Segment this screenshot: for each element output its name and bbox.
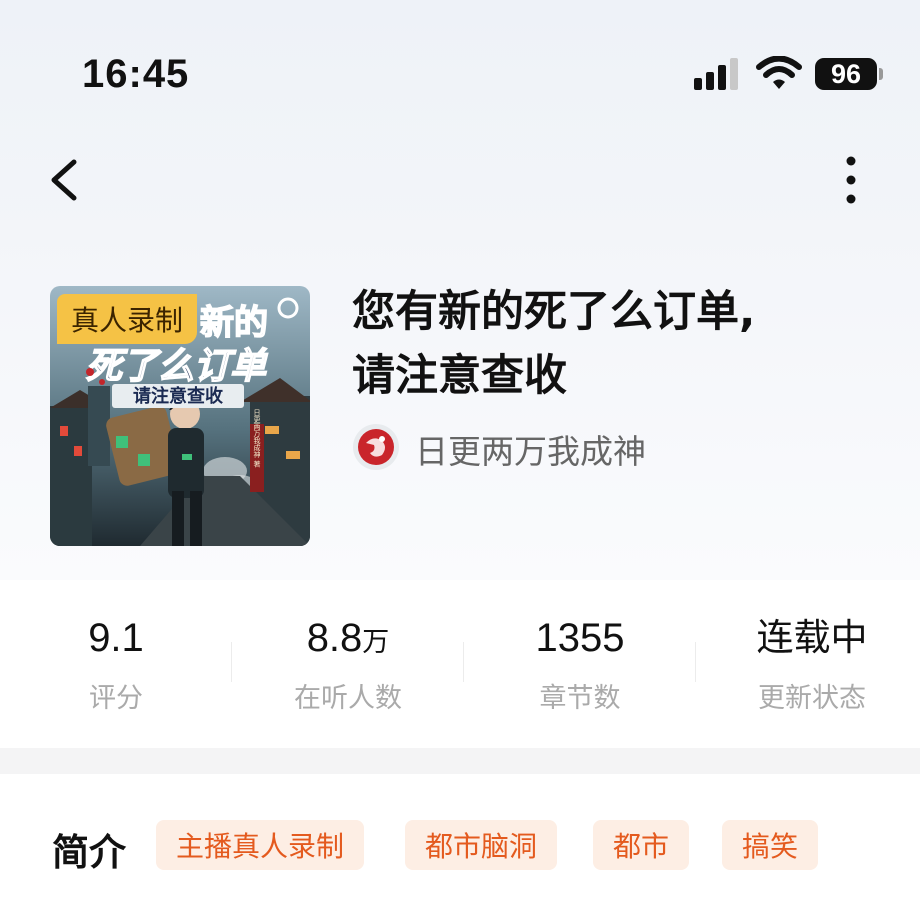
stat-chapters-value: 1355	[535, 616, 625, 660]
stat-status: 连载中 更新状态	[696, 612, 920, 715]
stat-rating: 9.1 评分	[0, 612, 232, 715]
status-time: 16:45	[82, 52, 190, 96]
cover-title-line3: 请注意查收	[133, 385, 223, 407]
cover-title-line1: 新的	[200, 303, 268, 343]
more-options-button[interactable]	[830, 152, 874, 208]
book-title-line1: 您有新的死了么订单,	[352, 287, 756, 337]
stat-listeners-value: 8.8万	[306, 616, 390, 660]
intro-heading: 简介	[52, 831, 126, 874]
stat-listeners-label: 在听人数	[294, 683, 402, 714]
section-divider	[0, 748, 920, 774]
battery-nub	[879, 68, 883, 80]
battery-indicator: 96	[815, 58, 877, 90]
stat-status-value: 连载中	[756, 616, 868, 659]
cover-title-line2: 死了么订单	[86, 346, 268, 387]
book-title-line2: 请注意查收	[352, 351, 567, 401]
stat-rating-value: 9.1	[88, 616, 144, 660]
tag-item[interactable]: 都市	[593, 820, 690, 870]
book-title: 您有新的死了么订单, 请注意查收	[352, 280, 892, 408]
wifi-icon	[756, 56, 802, 89]
stat-status-label: 更新状态	[758, 683, 866, 714]
tag-item[interactable]: 搞笑	[722, 820, 819, 870]
cellular-signal-icon	[694, 58, 738, 90]
tag-item[interactable]: 主播真人录制	[156, 820, 365, 870]
author-avatar[interactable]	[352, 423, 400, 471]
stat-chapters: 1355 章节数	[464, 612, 696, 715]
stat-chapters-label: 章节数	[539, 683, 621, 714]
back-button[interactable]	[40, 152, 90, 208]
cover-seal-text: 日更两万我成神 著	[253, 409, 261, 468]
real-voice-badge: 真人录制	[57, 294, 198, 344]
author-name[interactable]: 日更两万我成神	[415, 425, 646, 473]
tag-item[interactable]: 都市脑洞	[405, 820, 558, 870]
stat-rating-label: 评分	[89, 683, 143, 714]
stat-listeners: 8.8万 在听人数	[232, 612, 464, 715]
stat-listeners-unit: 万	[362, 627, 390, 658]
